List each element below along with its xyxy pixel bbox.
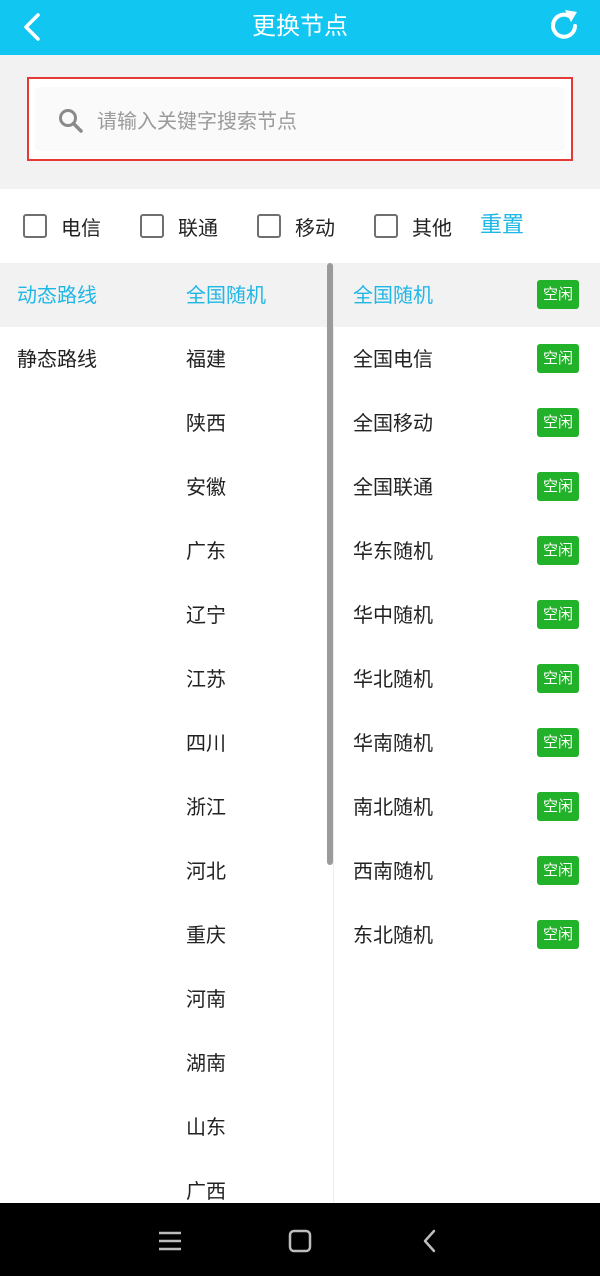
search-input[interactable] [95,97,539,145]
region-item[interactable]: 广西 [186,1159,226,1203]
node-row[interactable]: 全国电信 空闲 [334,327,600,391]
node-name: 全国随机 [353,283,433,307]
header-bar: 更换节点 [0,0,600,55]
node-row[interactable]: 华东随机 空闲 [334,519,600,583]
nav-menu-button[interactable] [150,1221,190,1261]
node-name: 全国联通 [353,475,433,499]
status-badge: 空闲 [537,792,579,821]
unicom-checkbox[interactable] [140,214,164,238]
filter-label: 联通 [178,215,218,240]
region-item[interactable]: 山东 [186,1095,226,1159]
node-row[interactable]: 西南随机 空闲 [334,839,600,903]
refresh-button[interactable] [544,6,584,46]
region-item[interactable]: 江苏 [186,647,226,711]
other-checkbox[interactable] [374,214,398,238]
node-row-selected[interactable]: 全国随机 空闲 [334,263,600,327]
filter-label: 其他 [412,215,452,240]
refresh-icon [551,10,577,39]
route-type-list: 动态路线 静态路线 [0,263,600,1203]
status-badge: 空闲 [537,728,579,757]
region-item[interactable]: 安徽 [186,455,226,519]
status-badge: 空闲 [537,856,579,885]
status-badge: 空闲 [537,920,579,949]
region-item[interactable]: 河北 [186,839,226,903]
region-item[interactable]: 湖南 [186,1031,226,1095]
node-name: 华南随机 [353,731,433,755]
status-badge: 空闲 [537,472,579,501]
node-name: 西南随机 [353,859,433,883]
region-item[interactable]: 河南 [186,967,226,1031]
region-item[interactable]: 广东 [186,519,226,583]
filter-other[interactable]: 其他 [374,209,452,243]
search-icon [59,109,83,133]
chevron-left-icon [423,1229,436,1253]
filter-telecom[interactable]: 电信 [23,209,101,243]
region-item[interactable]: 浙江 [186,775,226,839]
region-item[interactable]: 辽宁 [186,583,226,647]
status-badge: 空闲 [537,536,579,565]
status-badge: 空闲 [537,408,579,437]
node-row[interactable]: 全国移动 空闲 [334,391,600,455]
node-name: 南北随机 [353,795,433,819]
status-badge: 空闲 [537,600,579,629]
region-list[interactable]: 全国随机 福建 陕西 安徽 广东 辽宁 江苏 四川 浙江 河北 重庆 河南 湖南… [166,263,333,1203]
page-title: 更换节点 [252,12,348,40]
node-row[interactable]: 华中随机 空闲 [334,583,600,647]
filter-label: 电信 [61,215,101,240]
region-item[interactable]: 福建 [186,327,226,391]
node-name: 华北随机 [353,667,433,691]
status-badge: 空闲 [537,280,579,309]
reset-button[interactable]: 重置 [480,209,524,243]
node-row[interactable]: 东北随机 空闲 [334,903,600,967]
route-type-static[interactable]: 静态路线 [17,327,97,391]
node-name: 华中随机 [353,603,433,627]
search-area [0,55,600,189]
node-name: 全国移动 [353,411,433,435]
filter-mobile[interactable]: 移动 [257,209,335,243]
telecom-checkbox[interactable] [23,214,47,238]
route-type-dynamic[interactable]: 动态路线 [17,263,97,327]
filter-unicom[interactable]: 联通 [140,209,218,243]
region-item-selected[interactable]: 全国随机 [186,263,266,327]
node-list: 全国随机 空闲 全国电信 空闲 全国移动 空闲 全国联通 空闲 华东随机 空闲 … [334,263,600,1203]
node-name: 全国电信 [353,347,433,371]
filter-label: 移动 [295,215,335,240]
nav-back-button[interactable] [410,1221,450,1261]
nav-home-button[interactable] [280,1221,320,1261]
menu-icon [159,1231,181,1251]
search-field-container[interactable] [35,87,565,151]
status-badge: 空闲 [537,344,579,373]
node-row[interactable]: 南北随机 空闲 [334,775,600,839]
mobile-checkbox[interactable] [257,214,281,238]
region-item[interactable]: 陕西 [186,391,226,455]
node-row[interactable]: 华北随机 空闲 [334,647,600,711]
node-row[interactable]: 全国联通 空闲 [334,455,600,519]
system-nav-bar [0,1203,600,1276]
node-row[interactable]: 华南随机 空闲 [334,711,600,775]
filter-bar: 电信 联通 移动 其他 重置 [0,189,600,263]
region-item[interactable]: 重庆 [186,903,226,967]
node-name: 东北随机 [353,923,433,947]
search-box[interactable] [27,77,573,161]
status-badge: 空闲 [537,664,579,693]
square-icon [288,1229,312,1253]
node-name: 华东随机 [353,539,433,563]
region-item[interactable]: 四川 [186,711,226,775]
